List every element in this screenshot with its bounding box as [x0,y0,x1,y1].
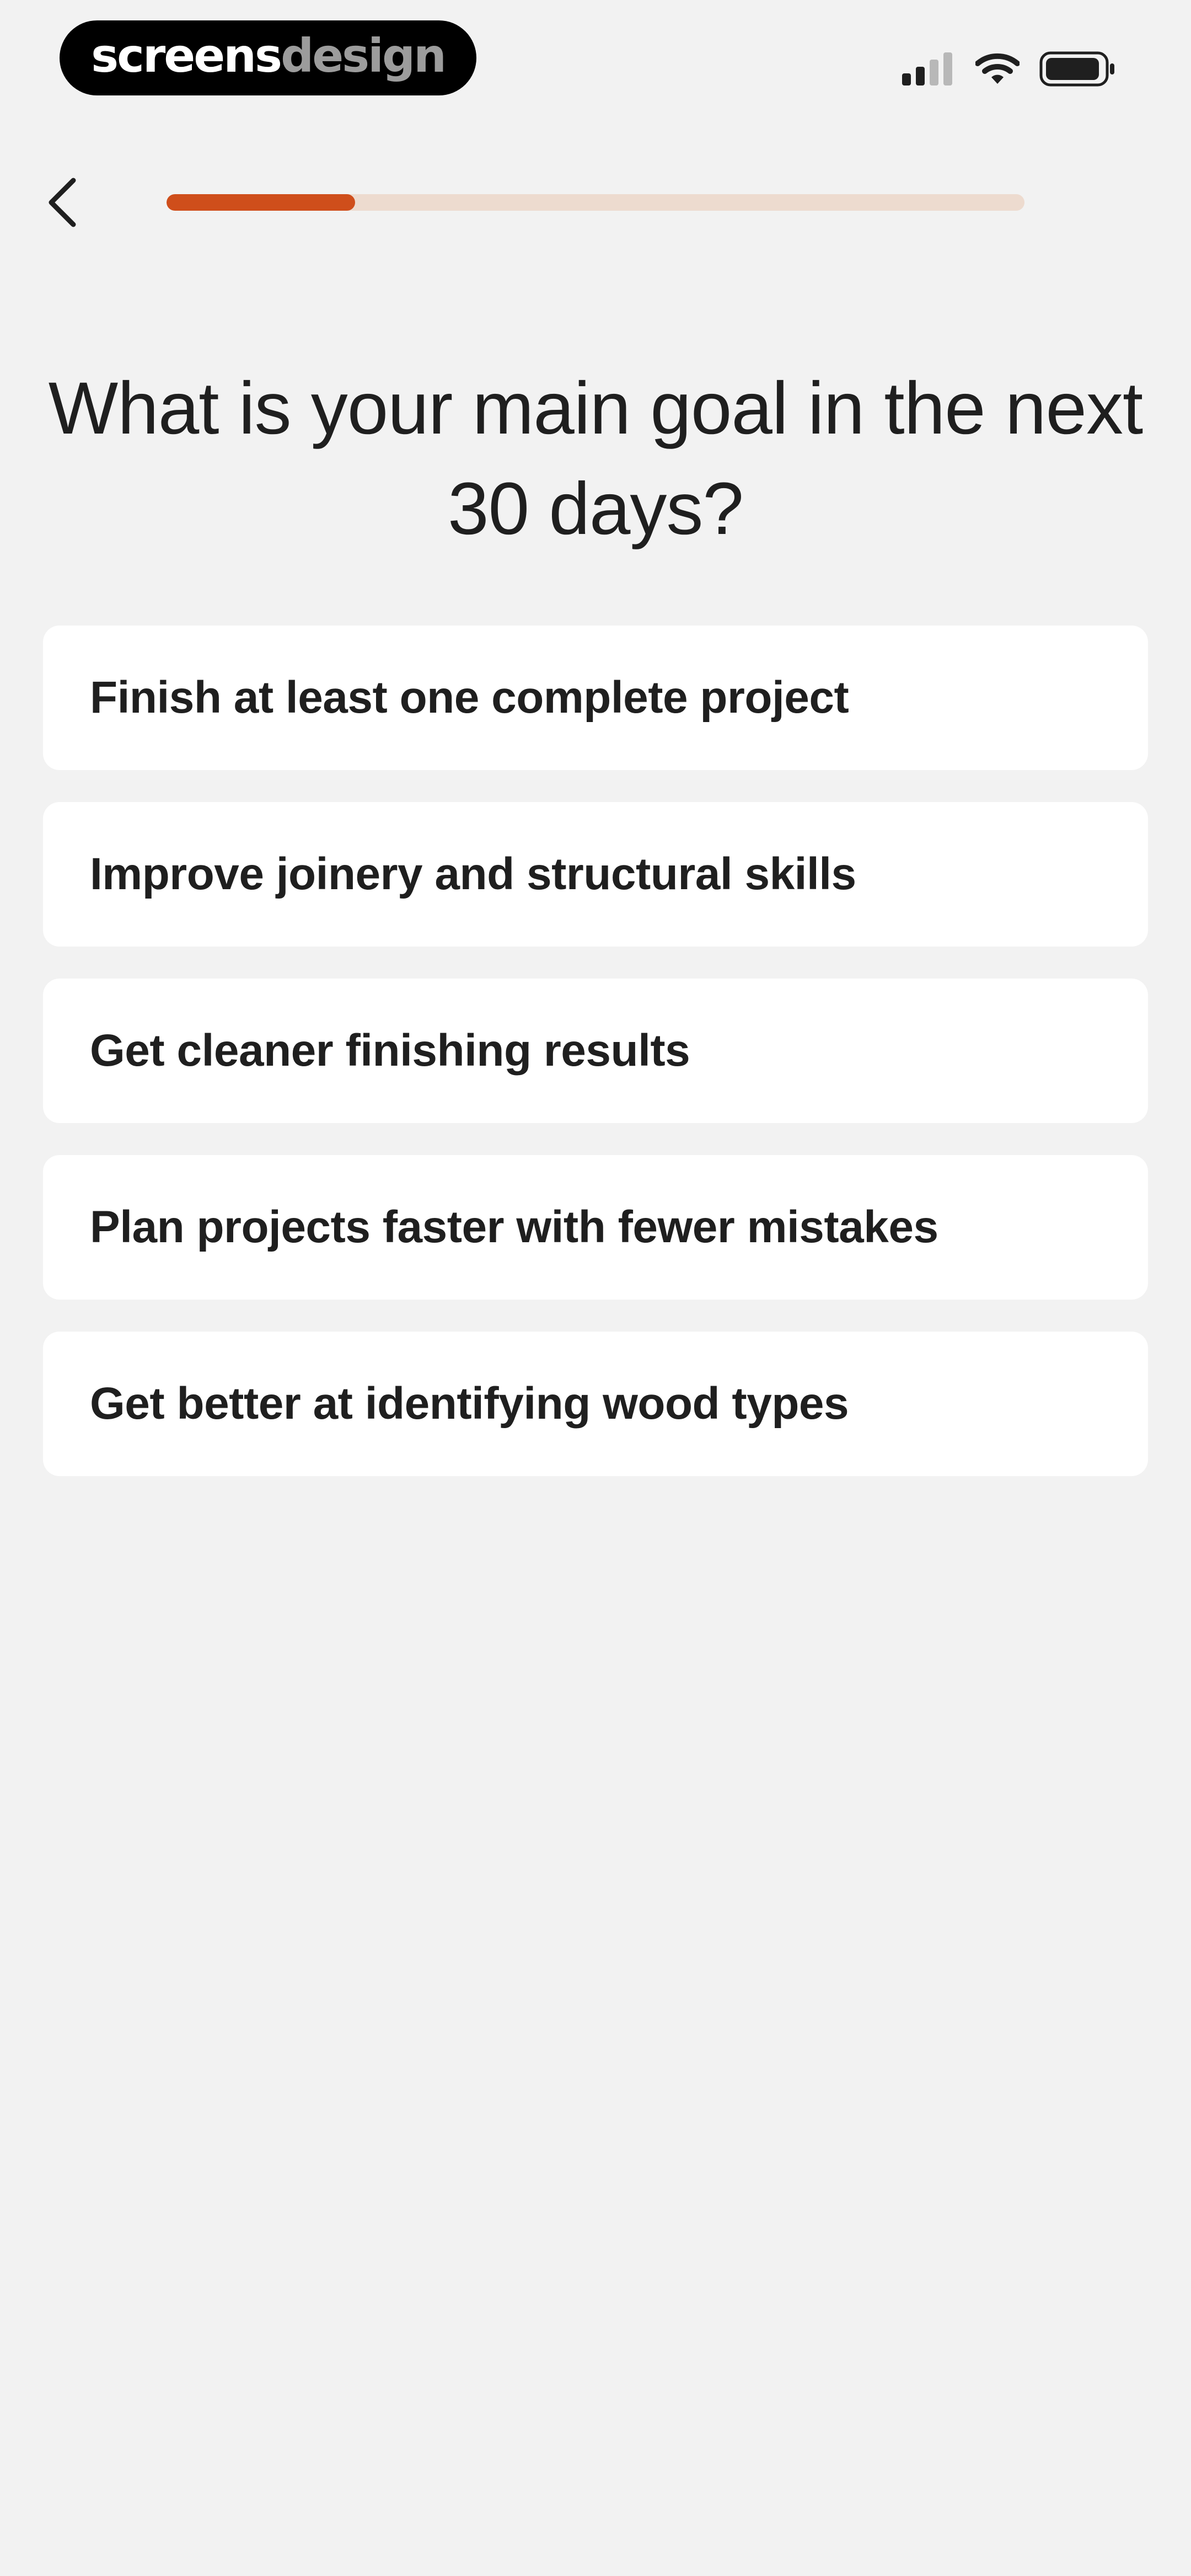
back-button[interactable] [43,172,82,233]
option-cleaner-finishing[interactable]: Get cleaner finishing results [43,979,1148,1123]
progress-bar-fill [167,194,356,211]
option-label: Finish at least one complete project [90,672,849,723]
wifi-icon [975,53,1020,84]
status-icons [902,47,1117,91]
option-improve-joinery[interactable]: Improve joinery and structural skills [43,802,1148,947]
option-label: Get cleaner finishing results [90,1025,690,1076]
option-label: Get better at identifying wood types [90,1378,849,1429]
goal-options-list: Finish at least one complete project Imp… [43,626,1148,1476]
option-plan-projects[interactable]: Plan projects faster with fewer mistakes [43,1155,1148,1300]
battery-icon [1039,51,1114,87]
cellular-signal-icon [902,52,952,85]
progress-bar [167,194,1024,211]
option-label: Improve joinery and structural skills [90,849,856,899]
screensdesign-logo: screens design [60,20,476,95]
logo-text-screens: screens [91,29,282,83]
chevron-left-icon [49,178,76,227]
question-title: What is your main goal in the next 30 da… [48,367,1143,550]
option-finish-project[interactable]: Finish at least one complete project [43,626,1148,770]
option-identify-wood[interactable]: Get better at identifying wood types [43,1332,1148,1476]
option-label: Plan projects faster with fewer mistakes [90,1202,938,1252]
logo-text-design: design [281,29,447,83]
